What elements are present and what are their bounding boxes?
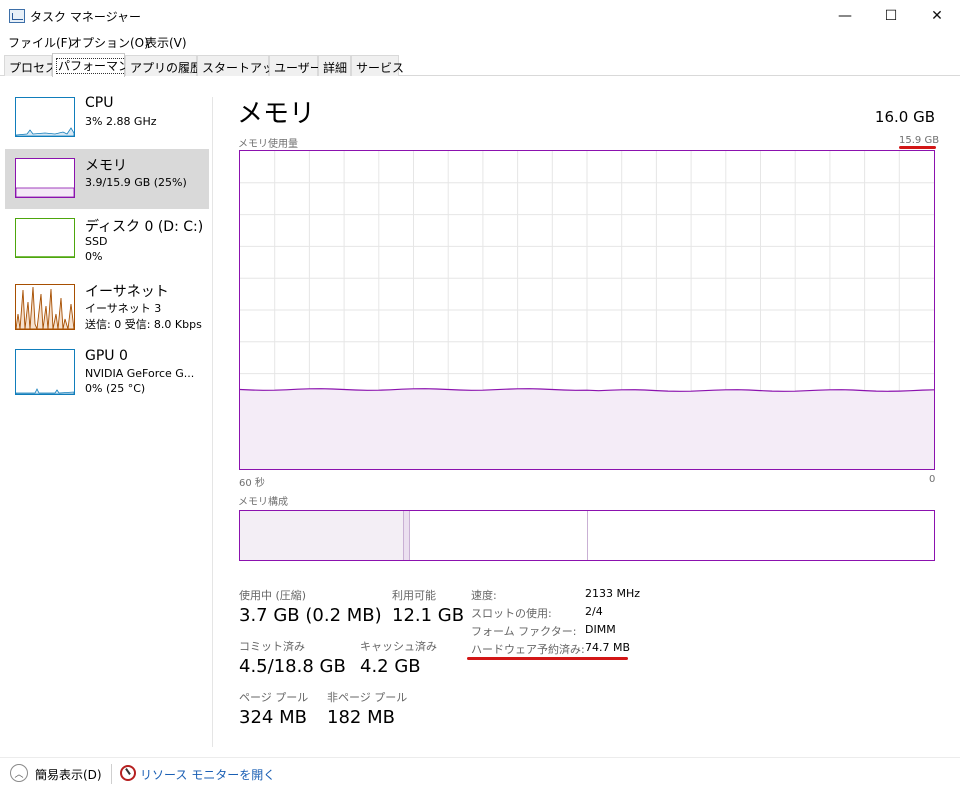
available-label: 利用可能 (392, 589, 436, 602)
task-manager-icon (9, 9, 25, 23)
sidebar-item-sub: 3.9/15.9 GB (25%) (85, 176, 187, 189)
sidebar-item-sub: 3% 2.88 GHz (85, 115, 157, 128)
tab-services[interactable]: サービス (351, 55, 404, 76)
sidebar-item-title: CPU (85, 95, 114, 111)
committed-value: 4.5/18.8 GB (239, 656, 346, 677)
committed-label: コミット済み (239, 640, 305, 653)
ethernet-thumbnail-graph (15, 284, 75, 330)
cached-value: 4.2 GB (360, 656, 421, 677)
sidebar-item-gpu[interactable]: GPU 0 NVIDIA GeForce G... 0% (25 °C) (5, 343, 209, 403)
graph-x-start-label: 60 秒 (239, 478, 265, 489)
composition-in-use (240, 511, 403, 560)
sidebar-item-sub: NVIDIA GeForce G... (85, 367, 195, 380)
memory-usage-label: メモリ使用量 (238, 139, 298, 150)
tab-app-history-label: アプリの履歴 (130, 61, 203, 75)
sidebar-item-title: GPU 0 (85, 348, 128, 364)
sidebar-item-sub: 0% (85, 250, 103, 263)
footer-divider (111, 764, 112, 784)
resource-monitor-icon[interactable] (120, 765, 136, 781)
composition-divider (587, 511, 588, 560)
cpu-thumbnail-graph (15, 97, 75, 137)
performance-sidebar: CPU 3% 2.88 GHz メモリ 3.9/15.9 GB (25%) ディ… (0, 77, 212, 747)
close-button[interactable]: ✕ (914, 0, 960, 31)
detail-value-hardware-reserved: 74.7 MB (585, 641, 631, 654)
detail-label-speed: 速度: (471, 589, 497, 602)
tab-details-label: 詳細 (323, 61, 348, 75)
in-use-label: 使用中 (圧縮) (239, 589, 307, 602)
sidebar-item-title: メモリ (85, 158, 127, 174)
sidebar-item-sub: 0% (25 °C) (85, 382, 146, 395)
menu-file[interactable]: ファイル(F) (8, 34, 72, 51)
resource-monitor-link[interactable]: リソース モニターを開く (140, 766, 275, 783)
menu-view[interactable]: 表示(V) (145, 34, 187, 51)
tab-processes[interactable]: プロセス (4, 55, 57, 76)
memory-composition-bar (239, 510, 935, 561)
annotation-underline-hardware-reserved (467, 657, 628, 660)
sidebar-item-ethernet[interactable]: イーサネット イーサネット 3 送信: 0 受信: 8.0 Kbps (5, 276, 209, 336)
tab-performance[interactable]: パフォーマンス (52, 53, 144, 77)
page-title: メモリ (237, 99, 316, 129)
minimize-button[interactable]: — (822, 0, 868, 31)
window-title: タスク マネージャー (30, 10, 141, 24)
tab-processes-label: プロセス (9, 61, 58, 75)
nonpaged-pool-label: 非ページ プール (327, 691, 408, 704)
memory-composition-label: メモリ構成 (238, 497, 288, 508)
cached-label: キャッシュ済み (360, 640, 437, 653)
in-use-value: 3.7 GB (0.2 MB) (239, 605, 382, 626)
detail-label-form-factor: フォーム ファクター: (471, 625, 577, 638)
paged-pool-value: 324 MB (239, 707, 307, 728)
tab-startup[interactable]: スタートアップ (197, 55, 286, 76)
detail-value-form-factor: DIMM (585, 623, 616, 636)
title-bar: タスク マネージャー — ☐ ✕ (0, 0, 960, 31)
tab-users[interactable]: ユーザー (269, 55, 322, 76)
graph-x-end-label: 0 (929, 474, 936, 485)
menu-options[interactable]: オプション(O) (70, 34, 149, 51)
available-value: 12.1 GB (392, 605, 465, 626)
sidebar-item-title: イーサネット (85, 284, 169, 300)
sidebar-divider (212, 97, 213, 747)
detail-value-speed: 2133 MHz (585, 587, 641, 600)
detail-value-slots: 2/4 (585, 605, 603, 618)
detail-label-hardware-reserved: ハードウェア予約済み: (471, 643, 585, 656)
tab-services-label: サービス (356, 61, 405, 75)
composition-divider (409, 511, 410, 560)
tab-users-label: ユーザー (274, 61, 322, 75)
sidebar-item-memory[interactable]: メモリ 3.9/15.9 GB (25%) (5, 149, 209, 209)
maximize-button[interactable]: ☐ (868, 0, 914, 31)
memory-usage-area (240, 388, 934, 469)
memory-thumbnail-graph (15, 158, 75, 198)
detail-label-slots: スロットの使用: (471, 607, 552, 620)
tab-app-history[interactable]: アプリの履歴 (125, 55, 202, 76)
fewer-details-link[interactable]: 簡易表示(D) (35, 766, 102, 783)
memory-usage-graph (239, 150, 935, 470)
tab-bar: プロセス パフォーマンス アプリの履歴 スタートアップ ユーザー 詳細 サービス (0, 52, 960, 77)
nonpaged-pool-value: 182 MB (327, 707, 395, 728)
gpu-thumbnail-graph (15, 349, 75, 395)
total-memory: 16.0 GB (874, 108, 935, 126)
sidebar-item-cpu[interactable]: CPU 3% 2.88 GHz (5, 89, 209, 149)
sidebar-item-sub: 送信: 0 受信: 8.0 Kbps (85, 318, 202, 331)
sidebar-item-sub: SSD (85, 235, 108, 248)
disk-thumbnail-graph (15, 218, 75, 258)
tab-details[interactable]: 詳細 (318, 55, 351, 76)
memory-usage-max: 15.9 GB (899, 135, 940, 146)
menu-bar: ファイル(F) オプション(O) 表示(V) (0, 31, 960, 51)
paged-pool-label: ページ プール (239, 691, 309, 704)
chevron-up-icon[interactable]: ︿ (10, 764, 28, 782)
annotation-underline-max (899, 146, 936, 149)
sidebar-item-sub: イーサネット 3 (85, 302, 162, 315)
sidebar-item-disk[interactable]: ディスク 0 (D: C:) SSD 0% (5, 210, 209, 270)
sidebar-item-title: ディスク 0 (D: C:) (85, 219, 204, 235)
